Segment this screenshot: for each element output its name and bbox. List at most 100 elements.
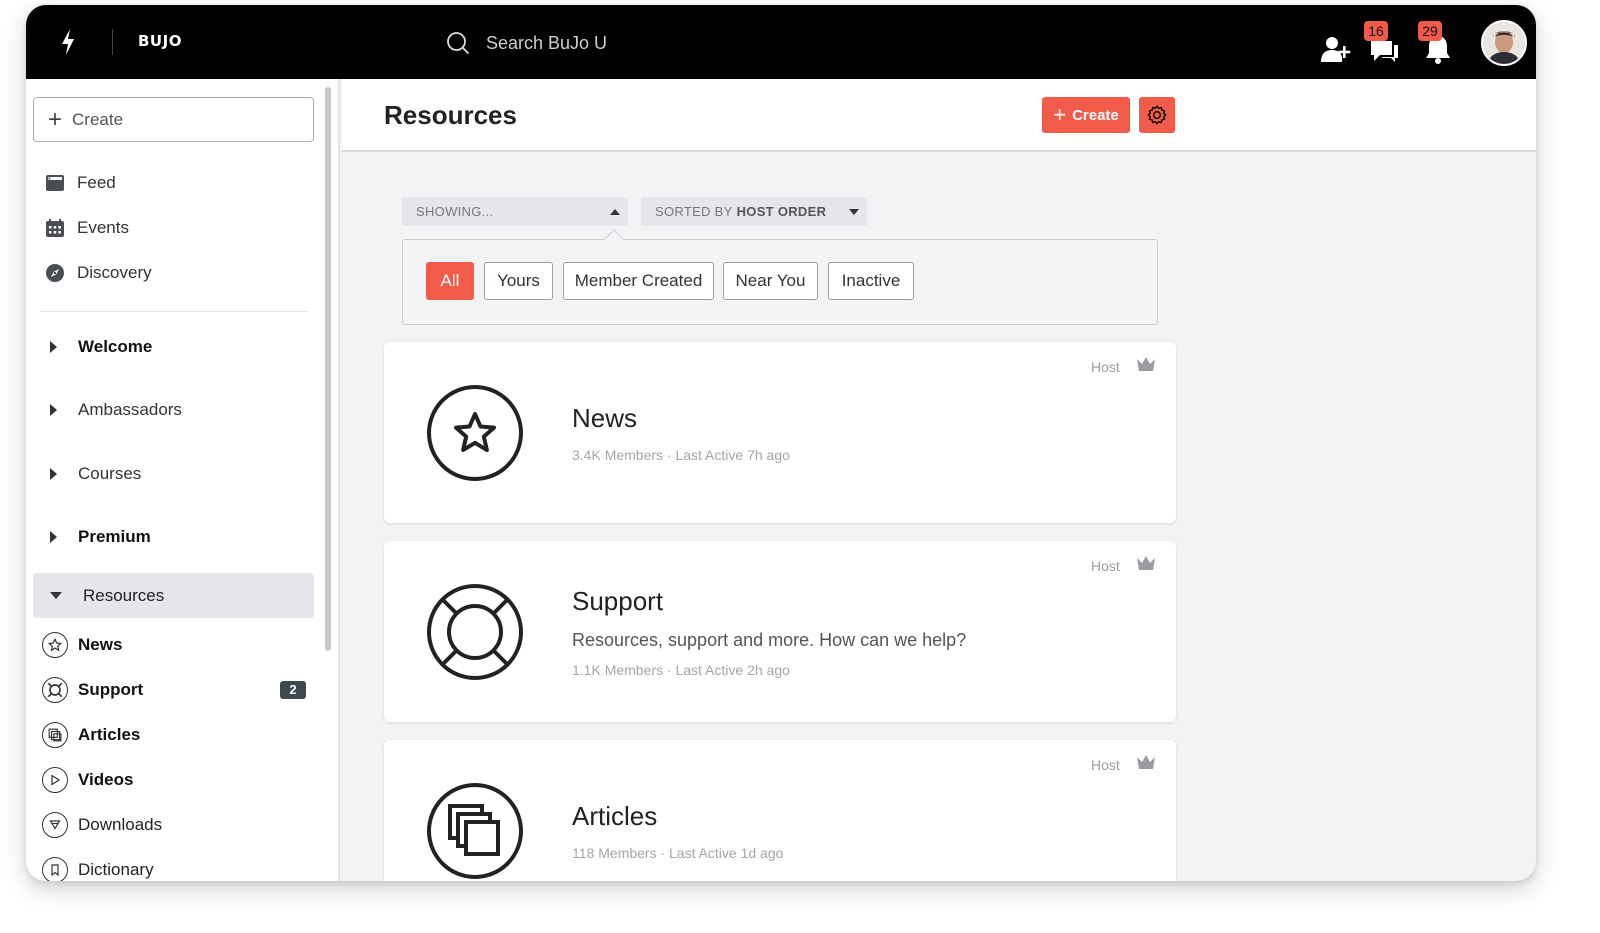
group-label: Ambassadors: [78, 400, 182, 419]
plus-icon: +: [1053, 102, 1067, 127]
caret-up-icon: [610, 209, 620, 215]
group-label: Premium: [78, 527, 151, 546]
showing-dropdown[interactable]: SHOWING...: [402, 197, 628, 226]
sidebar: + Create Feed Events Discovery Welcome A…: [26, 79, 340, 881]
card-description: Resources, support and more. How can we …: [572, 630, 967, 650]
sidebar-item-label: Support: [78, 680, 144, 699]
create-resource-button[interactable]: + Create: [1042, 97, 1130, 133]
sidebar-item-news[interactable]: News: [42, 630, 306, 660]
app-window: BUJO 16 29 + Create Feed: [26, 5, 1536, 881]
notifications-badge: 29: [1418, 21, 1442, 41]
gear-icon: [1147, 105, 1167, 125]
host-label: Host: [1091, 558, 1120, 574]
sidebar-item-label: Downloads: [78, 815, 163, 834]
crown-icon: [1137, 357, 1155, 371]
filter-all[interactable]: All: [426, 262, 474, 300]
sidebar-item-label: Discovery: [77, 263, 152, 282]
sidebar-group-premium[interactable]: Premium: [50, 522, 151, 552]
download-icon: [42, 812, 68, 838]
support-unread-badge: 2: [280, 681, 306, 699]
page-header: Resources + Create: [342, 79, 1536, 152]
sidebar-item-discovery[interactable]: Discovery: [46, 258, 152, 288]
resource-card-support[interactable]: Host Support Resources, support and more…: [384, 541, 1176, 722]
copy-icon: [427, 783, 523, 879]
brand-logo[interactable]: BUJO: [138, 32, 182, 50]
crown-icon: [1137, 556, 1155, 570]
plus-icon: +: [48, 105, 63, 133]
compass-icon: [46, 264, 64, 282]
sidebar-group-welcome[interactable]: Welcome: [50, 332, 152, 362]
settings-button[interactable]: [1139, 97, 1175, 133]
sidebar-item-label: News: [78, 635, 123, 654]
sidebar-item-events[interactable]: Events: [46, 213, 129, 243]
star-icon: [427, 385, 523, 481]
sidebar-item-articles[interactable]: Articles: [42, 720, 306, 750]
top-bar: BUJO 16 29: [26, 5, 1536, 79]
sidebar-item-support[interactable]: Support 2: [42, 675, 306, 705]
star-icon: [42, 632, 68, 658]
sidebar-item-label: Dictionary: [78, 860, 154, 879]
filter-panel-pointer: [604, 229, 624, 249]
sort-prefix: SORTED BY: [655, 204, 733, 219]
caret-right-icon: [50, 341, 57, 353]
group-label: Welcome: [78, 337, 153, 356]
avatar-portrait-icon: [1483, 22, 1525, 64]
feed-icon: [46, 175, 64, 191]
sidebar-group-resources[interactable]: Resources: [33, 573, 314, 618]
filter-near-you[interactable]: Near You: [723, 262, 818, 300]
sort-value: HOST ORDER: [736, 204, 827, 219]
filter-panel: All Yours Member Created Near You Inacti…: [402, 229, 1158, 325]
search-input[interactable]: [486, 32, 786, 54]
notifications-button[interactable]: 29: [1418, 21, 1458, 65]
sidebar-divider: [40, 311, 308, 312]
sidebar-scrollbar[interactable]: [325, 87, 331, 651]
caret-right-icon: [50, 531, 57, 543]
messages-button[interactable]: 16: [1364, 21, 1404, 65]
showing-label: SHOWING...: [416, 204, 494, 219]
sidebar-item-label: Videos: [78, 770, 134, 789]
search-icon: [447, 32, 470, 55]
host-label: Host: [1091, 359, 1120, 375]
resource-card-articles[interactable]: Host Articles 118 Members · Last Active …: [384, 740, 1176, 881]
add-member-button[interactable]: [1316, 25, 1356, 65]
search-bar[interactable]: [446, 29, 786, 57]
card-meta: 3.4K Members · Last Active 7h ago: [572, 447, 790, 463]
card-title: Articles: [572, 801, 658, 831]
filter-inactive[interactable]: Inactive: [828, 262, 914, 300]
card-title: News: [572, 403, 638, 433]
sidebar-create-button[interactable]: + Create: [33, 97, 314, 142]
filter-yours[interactable]: Yours: [484, 262, 553, 300]
sort-dropdown[interactable]: SORTED BY HOST ORDER: [641, 197, 867, 226]
sidebar-item-downloads[interactable]: Downloads: [42, 810, 306, 840]
topbar-divider: [112, 29, 113, 55]
copy-icon: [42, 722, 68, 748]
user-avatar[interactable]: [1481, 20, 1527, 66]
play-icon: [42, 767, 68, 793]
calendar-icon: [46, 219, 64, 237]
sidebar-group-ambassadors[interactable]: Ambassadors: [50, 395, 182, 425]
sidebar-item-feed[interactable]: Feed: [46, 168, 116, 198]
card-meta: 118 Members · Last Active 1d ago: [572, 845, 784, 861]
create-button-label: Create: [1072, 106, 1119, 124]
caret-down-icon: [50, 592, 62, 599]
sidebar-item-videos[interactable]: Videos: [42, 765, 306, 795]
caret-down-icon: [849, 209, 859, 215]
group-label: Resources: [83, 585, 165, 605]
sidebar-group-courses[interactable]: Courses: [50, 459, 141, 489]
filter-member-created[interactable]: Member Created: [563, 262, 714, 300]
group-label: Courses: [78, 464, 142, 483]
sidebar-item-dictionary[interactable]: Dictionary: [42, 855, 306, 881]
messages-badge: 16: [1364, 21, 1388, 41]
card-meta: 1.1K Members · Last Active 2h ago: [572, 662, 790, 678]
main-content: Resources + Create SHOWING... SORTED BY …: [342, 79, 1536, 881]
card-title: Support: [572, 586, 664, 616]
resource-card-news[interactable]: Host News 3.4K Members · Last Active 7h …: [384, 342, 1176, 523]
caret-right-icon: [50, 468, 57, 480]
create-label: Create: [72, 109, 124, 129]
lifebuoy-icon: [427, 584, 523, 680]
host-label: Host: [1091, 757, 1120, 773]
page-title: Resources: [384, 100, 517, 130]
bolt-logo-icon[interactable]: [60, 29, 76, 55]
bookmark-icon: [42, 857, 68, 881]
sidebar-item-label: Feed: [77, 173, 116, 192]
